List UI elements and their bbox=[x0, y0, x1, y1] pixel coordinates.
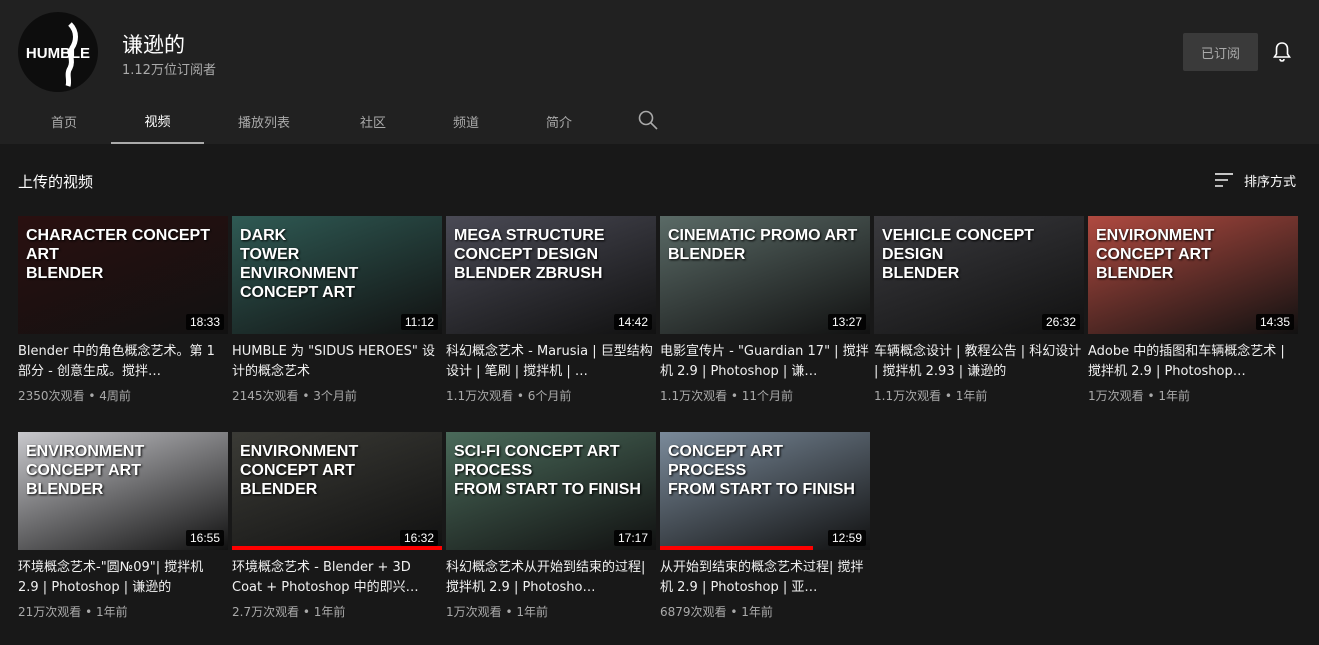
tab-about[interactable]: 简介 bbox=[513, 98, 605, 144]
notification-bell-icon[interactable] bbox=[1270, 40, 1294, 64]
channel-header: HUMBLE 谦逊的 1.12万位订阅者 已订阅 首页 视频 播放列表 社区 频… bbox=[0, 0, 1319, 144]
video-card[interactable]: Character Concept Art blender 18:33 Blende… bbox=[18, 216, 228, 404]
search-icon[interactable] bbox=[636, 108, 660, 132]
video-title[interactable]: 电影宣传片 - "Guardian 17" | 搅拌机 2.9 | Photos… bbox=[660, 342, 870, 382]
thumbnail-text: Concept Art Process From Start to Finish bbox=[668, 443, 855, 498]
video-thumbnail[interactable]: VEHICLE CONCEPT DESIGN blender 26:32 bbox=[874, 216, 1084, 334]
subscribed-button[interactable]: 已订阅 bbox=[1183, 33, 1258, 71]
video-meta: 6879次观看 • 1年前 bbox=[660, 605, 773, 619]
video-title[interactable]: 环境概念艺术 - Blender + 3D Coat + Photoshop 中… bbox=[232, 558, 442, 598]
section-title: 上传的视频 bbox=[18, 173, 94, 191]
video-title[interactable]: 科幻概念艺术 - Marusia | 巨型结构设计 | 笔刷 | 搅拌机 | … bbox=[446, 342, 656, 382]
channel-avatar[interactable]: HUMBLE bbox=[18, 12, 98, 92]
tab-channels[interactable]: 频道 bbox=[420, 98, 512, 144]
video-card[interactable]: DARK TOWER ENVIRONMENT CONCEPT ART 11:12 H… bbox=[232, 216, 442, 404]
video-duration: 11:12 bbox=[400, 314, 438, 330]
video-thumbnail[interactable]: Character Concept Art blender 18:33 bbox=[18, 216, 228, 334]
video-thumbnail[interactable]: ENVIRONMENT CONCEPT ART blender 14:35 bbox=[1088, 216, 1298, 334]
thumbnail-text: ENVIRONMENT CONCEPT ART blender bbox=[26, 443, 145, 498]
video-title[interactable]: 从开始到结束的概念艺术过程| 搅拌机 2.9 | Photoshop | 亚… bbox=[660, 558, 870, 598]
video-duration: 16:55 bbox=[185, 530, 224, 546]
video-title[interactable]: 科幻概念艺术从开始到结束的过程| 搅拌机 2.9 | Photosho… bbox=[446, 558, 656, 598]
watch-progress-bar bbox=[232, 546, 442, 550]
video-meta: 1万次观看 • 1年前 bbox=[446, 605, 548, 619]
avatar-logo-text: HUMBLE bbox=[25, 45, 91, 62]
video-meta: 21万次观看 • 1年前 bbox=[18, 605, 128, 619]
video-duration: 18:33 bbox=[185, 314, 224, 330]
sort-icon bbox=[1215, 173, 1233, 187]
thumbnail-text: MEGA STRUCTURE CONCEPT DESIGN blender ZB… bbox=[454, 227, 605, 282]
channel-name: 谦逊的 bbox=[122, 33, 185, 57]
video-meta: 1万次观看 • 1年前 bbox=[1088, 389, 1190, 403]
video-thumbnail[interactable]: ENVIRONMENT CONCEPT ART blender 16:32 bbox=[232, 432, 442, 550]
video-card[interactable]: ENVIRONMENT CONCEPT ART blender 14:35 Adob… bbox=[1088, 216, 1298, 404]
video-meta: 2145次观看 • 3个月前 bbox=[232, 389, 357, 403]
video-thumbnail[interactable]: MEGA STRUCTURE CONCEPT DESIGN blender ZB… bbox=[446, 216, 656, 334]
video-duration: 17:17 bbox=[613, 530, 652, 546]
thumbnail-text: SCI-FI CONCEPT ART PROCESS FROM START TO… bbox=[454, 443, 641, 498]
video-thumbnail[interactable]: ENVIRONMENT CONCEPT ART blender 16:55 bbox=[18, 432, 228, 550]
video-card[interactable]: Concept Art Process From Start to Finish… bbox=[660, 432, 870, 620]
thumbnail-text: CINEMATIC PROMO ART blender bbox=[668, 227, 858, 263]
video-meta: 2.7万次观看 • 1年前 bbox=[232, 605, 346, 619]
thumbnail-text: Character Concept Art blender bbox=[26, 227, 210, 282]
sort-button[interactable]: 排序方式 bbox=[1214, 168, 1296, 192]
subscriber-count: 1.12万位订阅者 bbox=[122, 63, 216, 78]
tab-community[interactable]: 社区 bbox=[327, 98, 419, 144]
video-thumbnail[interactable]: Concept Art Process From Start to Finish… bbox=[660, 432, 870, 550]
video-thumbnail[interactable]: CINEMATIC PROMO ART blender 13:27 bbox=[660, 216, 870, 334]
video-meta: 1.1万次观看 • 6个月前 bbox=[446, 389, 572, 403]
video-card[interactable]: SCI-FI CONCEPT ART PROCESS FROM START TO… bbox=[446, 432, 656, 620]
video-duration: 16:32 bbox=[399, 530, 438, 546]
video-meta: 1.1万次观看 • 1年前 bbox=[874, 389, 988, 403]
tab-home[interactable]: 首页 bbox=[18, 98, 110, 144]
video-card[interactable]: ENVIRONMENT CONCEPT ART blender 16:32 环境概念… bbox=[232, 432, 442, 620]
video-thumbnail[interactable]: SCI-FI CONCEPT ART PROCESS FROM START TO… bbox=[446, 432, 656, 550]
video-thumbnail[interactable]: DARK TOWER ENVIRONMENT CONCEPT ART 11:12 bbox=[232, 216, 442, 334]
watch-progress-bar bbox=[660, 546, 814, 550]
thumbnail-text: ENVIRONMENT CONCEPT ART blender bbox=[240, 443, 359, 498]
tab-videos[interactable]: 视频 bbox=[111, 98, 204, 144]
thumbnail-text: VEHICLE CONCEPT DESIGN blender bbox=[882, 227, 1035, 282]
video-duration: 12:59 bbox=[827, 530, 866, 546]
video-title[interactable]: HUMBLE 为 "SIDUS HEROES" 设计的概念艺术 bbox=[232, 342, 442, 382]
video-title[interactable]: 环境概念艺术-"圆№09"| 搅拌机 2.9 | Photoshop | 谦逊的 bbox=[18, 558, 228, 598]
thumbnail-text: DARK TOWER ENVIRONMENT CONCEPT ART bbox=[240, 227, 359, 301]
video-card[interactable]: MEGA STRUCTURE CONCEPT DESIGN blender ZB… bbox=[446, 216, 656, 404]
video-card[interactable]: CINEMATIC PROMO ART blender 13:27 电影宣传片 - … bbox=[660, 216, 870, 404]
tab-playlists[interactable]: 播放列表 bbox=[218, 98, 310, 144]
video-card[interactable]: VEHICLE CONCEPT DESIGN blender 26:32 车辆概念设… bbox=[874, 216, 1084, 404]
video-duration: 14:35 bbox=[1255, 314, 1294, 330]
video-meta: 2350次观看 • 4周前 bbox=[18, 389, 131, 403]
video-title[interactable]: Adobe 中的插图和车辆概念艺术 | 搅拌机 2.9 | Photoshop… bbox=[1088, 342, 1298, 382]
video-duration: 13:27 bbox=[827, 314, 866, 330]
video-duration: 26:32 bbox=[1041, 314, 1080, 330]
video-duration: 14:42 bbox=[613, 314, 652, 330]
sort-label: 排序方式 bbox=[1244, 174, 1297, 190]
video-card[interactable]: ENVIRONMENT CONCEPT ART blender 16:55 环境概念… bbox=[18, 432, 228, 620]
video-meta: 1.1万次观看 • 11个月前 bbox=[660, 389, 794, 403]
video-title[interactable]: 车辆概念设计 | 教程公告 | 科幻设计 | 搅拌机 2.93 | 谦逊的 bbox=[874, 342, 1084, 382]
video-title[interactable]: Blender 中的角色概念艺术。第 1 部分 - 创意生成。搅拌… bbox=[18, 342, 228, 382]
thumbnail-text: ENVIRONMENT CONCEPT ART blender bbox=[1096, 227, 1215, 282]
